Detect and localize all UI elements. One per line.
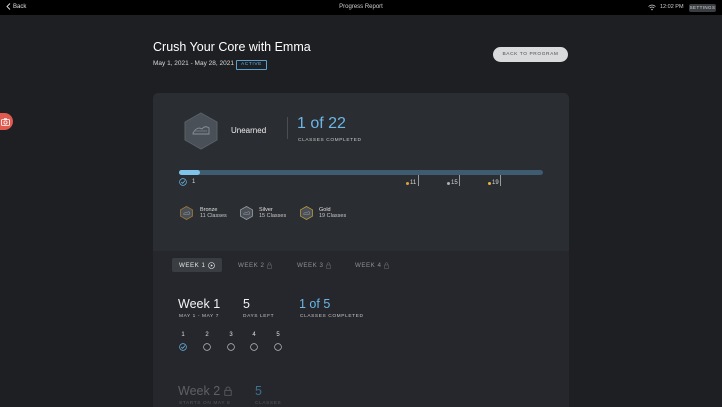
milestone-label: 19 — [492, 180, 499, 186]
milestone-tick — [500, 175, 501, 186]
class-number: 1 — [181, 332, 185, 338]
check-circle-icon — [179, 178, 187, 186]
tab-label: WEEK 2 — [238, 261, 265, 269]
tab-label: WEEK 1 — [179, 261, 206, 269]
milestone-label: 11 — [410, 180, 417, 186]
class-completed-check-icon[interactable] — [179, 343, 187, 351]
class-number: 2 — [205, 332, 209, 338]
tab-week-1[interactable]: WEEK 1 — [172, 258, 223, 272]
class-incomplete-circle-icon[interactable] — [250, 343, 258, 351]
next-week-classes: 5 — [255, 384, 262, 398]
overall-progress: 1 of 22 — [297, 115, 346, 132]
progress-track — [179, 170, 543, 175]
settings-button[interactable]: SETTINGS — [689, 4, 716, 12]
class-number: 5 — [276, 332, 280, 338]
lock-icon — [326, 262, 332, 269]
tab-label: WEEK 4 — [355, 261, 382, 269]
badge-status: Unearned — [231, 126, 267, 135]
program-title: Crush Your Core with Emma — [153, 40, 311, 54]
bronze-dot — [406, 181, 409, 185]
overall-progress-label: CLASSES COMPLETED — [298, 138, 362, 143]
tab-week-2[interactable]: WEEK 2 — [238, 258, 273, 272]
milestone-bronze: 11 — [406, 180, 416, 186]
gold-dot — [488, 181, 491, 185]
back-to-program-button[interactable]: BACK TO PROGRAM — [493, 47, 568, 62]
summary-divider — [287, 117, 288, 139]
milestone-gold: 19 — [488, 180, 499, 186]
window-title: Progress Report — [339, 4, 383, 10]
milestone-tick — [459, 175, 460, 186]
week-title: Week 1 — [178, 297, 221, 311]
class-number: 3 — [229, 332, 233, 338]
play-circle-icon — [208, 261, 216, 269]
tab-week-3[interactable]: WEEK 3 — [297, 258, 332, 272]
program-date-range: May 1, 2021 - May 28, 2021 — [153, 60, 234, 67]
progress-fill — [179, 170, 200, 175]
tab-label: WEEK 3 — [297, 261, 324, 269]
milestone-label: 15 — [451, 180, 458, 186]
camera-icon — [1, 117, 10, 126]
class-incomplete-circle-icon[interactable] — [227, 343, 235, 351]
wifi-icon — [648, 4, 656, 11]
tier-requirement-silver: 15 Classes — [259, 213, 287, 219]
week-progress: 1 of 5 — [299, 297, 331, 311]
unearned-badge-icon — [184, 112, 218, 150]
current-count: 1 — [192, 179, 196, 185]
next-week: Week 2 — [178, 384, 232, 398]
bronze-badge-icon — [180, 206, 193, 220]
lock-icon — [384, 262, 390, 269]
milestone-tick — [418, 175, 419, 186]
silver-dot — [447, 181, 450, 185]
days-left-label: DAYS LEFT — [243, 314, 275, 319]
week-dates: MAY 1 - MAY 7 — [179, 314, 219, 319]
silver-badge-icon — [240, 206, 253, 220]
next-week-title: Week 2 — [178, 384, 221, 398]
tier-requirement-bronze: 11 Classes — [200, 213, 227, 219]
days-left-value: 5 — [243, 297, 250, 311]
gold-badge-icon — [300, 206, 313, 220]
milestone-silver: 15 — [447, 180, 458, 186]
next-week-start: STARTS ON MAY 8 — [179, 401, 231, 406]
camera-tab[interactable] — [0, 113, 13, 130]
week-progress-label: CLASSES COMPLETED — [300, 314, 364, 319]
clock: 12:02 PM — [660, 4, 684, 10]
status-badge: ACTIVE — [236, 60, 267, 70]
next-week-classes-label: CLASSES — [255, 401, 282, 406]
class-incomplete-circle-icon[interactable] — [203, 343, 211, 351]
class-number: 4 — [252, 332, 256, 338]
lock-icon — [267, 262, 273, 269]
class-incomplete-circle-icon[interactable] — [274, 343, 282, 351]
tier-requirement-gold: 19 Classes — [319, 213, 347, 219]
tab-week-4[interactable]: WEEK 4 — [355, 258, 390, 272]
lock-icon — [224, 386, 232, 396]
